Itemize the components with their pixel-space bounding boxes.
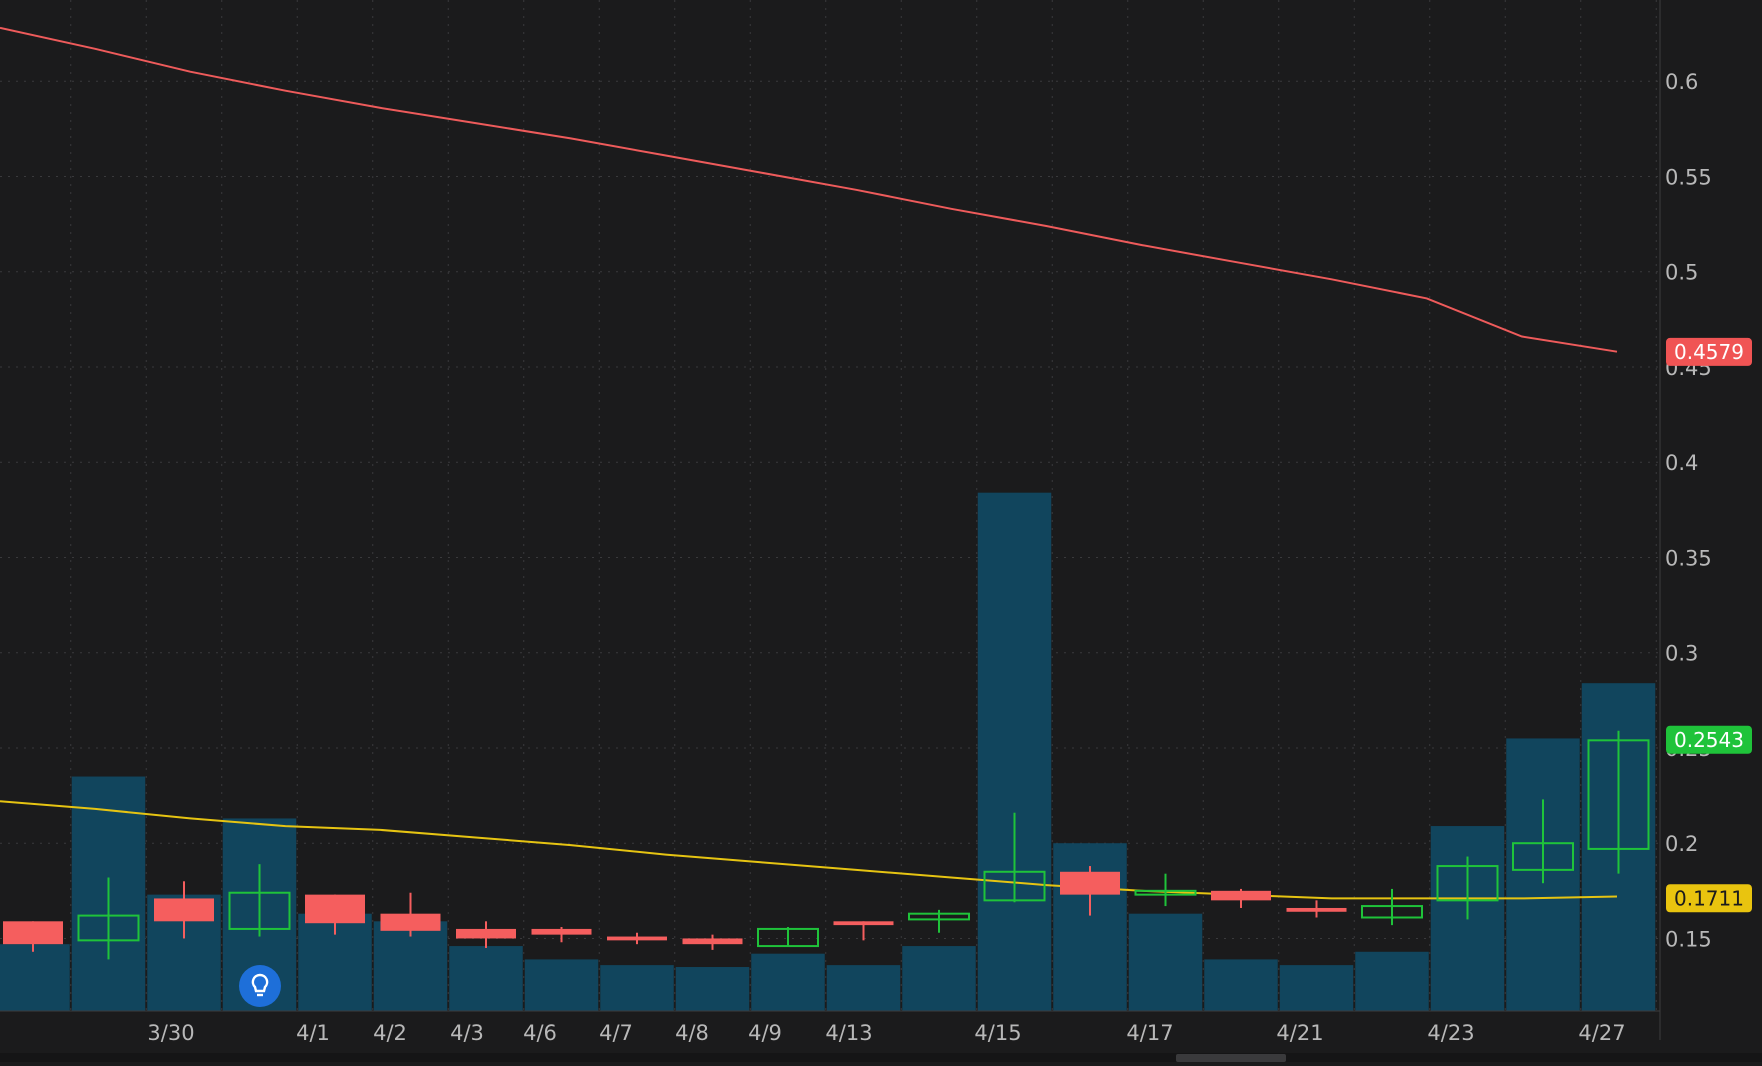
price-label-text: 0.2543 [1674, 728, 1744, 752]
y-tick-label: 0.3 [1665, 642, 1698, 666]
horizontal-scrollbar[interactable] [1176, 1054, 1286, 1062]
candle-body-down[interactable] [3, 921, 63, 945]
x-tick-label: 4/2 [373, 1021, 407, 1045]
candle-body-up[interactable] [983, 870, 1046, 902]
lightbulb-icon[interactable] [239, 965, 281, 1007]
volume-bar [751, 953, 825, 1011]
x-tick-label: 4/7 [599, 1021, 633, 1045]
y-tick-label: 0.35 [1665, 546, 1712, 570]
y-tick-label: 0.6 [1665, 70, 1698, 94]
y-tick-label: 0.15 [1665, 927, 1712, 951]
candle-body-up[interactable] [228, 891, 291, 930]
chart-svg[interactable]: 0.60.550.50.450.40.350.30.250.20.153/304… [0, 0, 1762, 1062]
candle-body-up[interactable] [1436, 865, 1499, 902]
candle-body-up[interactable] [1361, 905, 1423, 919]
x-tick-label: 4/6 [523, 1021, 557, 1045]
volume-bar [1204, 959, 1278, 1011]
x-tick-label: 4/8 [675, 1021, 709, 1045]
price-label-text: 0.4579 [1674, 340, 1744, 364]
candle-body-up[interactable] [1587, 739, 1650, 850]
x-tick-label: 4/23 [1427, 1021, 1474, 1045]
candle-body-down[interactable] [531, 928, 592, 935]
y-tick-label: 0.5 [1665, 261, 1698, 285]
volume-bar [0, 944, 70, 1011]
volume-bar [600, 965, 674, 1011]
candle-body-up[interactable] [77, 914, 140, 942]
volume-bar [902, 946, 976, 1011]
candle-body-down[interactable] [1286, 907, 1347, 912]
x-tick-label: 4/21 [1276, 1021, 1323, 1045]
candle-body-down[interactable] [154, 898, 214, 922]
candle-body-down[interactable] [380, 913, 441, 931]
x-tick-label: 4/27 [1578, 1021, 1625, 1045]
volume-bar [977, 492, 1052, 1011]
x-tick-label: 3/30 [147, 1021, 194, 1045]
volume-bar [1355, 951, 1429, 1011]
volume-bar [449, 946, 523, 1011]
y-tick-label: 0.2 [1665, 832, 1698, 856]
candle-body-up[interactable] [908, 912, 970, 921]
volume-bar [524, 959, 599, 1011]
bottom-toolbar-strip [0, 1053, 1762, 1062]
candle-body-up[interactable] [1512, 842, 1574, 871]
candle-body-down[interactable] [1211, 890, 1271, 901]
x-tick-label: 4/13 [825, 1021, 872, 1045]
volume-bar [1279, 965, 1354, 1011]
candle-body-up[interactable] [1134, 889, 1197, 896]
x-tick-label: 4/9 [748, 1021, 782, 1045]
candle-body-down[interactable] [1060, 871, 1120, 895]
y-tick-label: 0.4 [1665, 451, 1698, 475]
y-tick-label: 0.55 [1665, 165, 1712, 189]
x-tick-label: 4/15 [974, 1021, 1021, 1045]
volume-bar [826, 965, 901, 1011]
volume-bar [1128, 913, 1203, 1011]
volume-bar [675, 967, 750, 1011]
x-tick-label: 4/17 [1126, 1021, 1173, 1045]
candle-body-up[interactable] [757, 927, 819, 948]
x-tick-label: 4/1 [296, 1021, 330, 1045]
price-label-text: 0.1711 [1674, 886, 1744, 910]
chart[interactable]: 0.60.550.50.450.40.350.30.250.20.153/304… [0, 0, 1762, 1062]
candle-body-down[interactable] [607, 936, 667, 941]
candle-body-down[interactable] [456, 928, 516, 939]
candle-body-down[interactable] [305, 894, 365, 924]
candle-body-down[interactable] [682, 938, 743, 945]
x-tick-label: 4/3 [450, 1021, 484, 1045]
candle-body-down[interactable] [833, 921, 894, 926]
